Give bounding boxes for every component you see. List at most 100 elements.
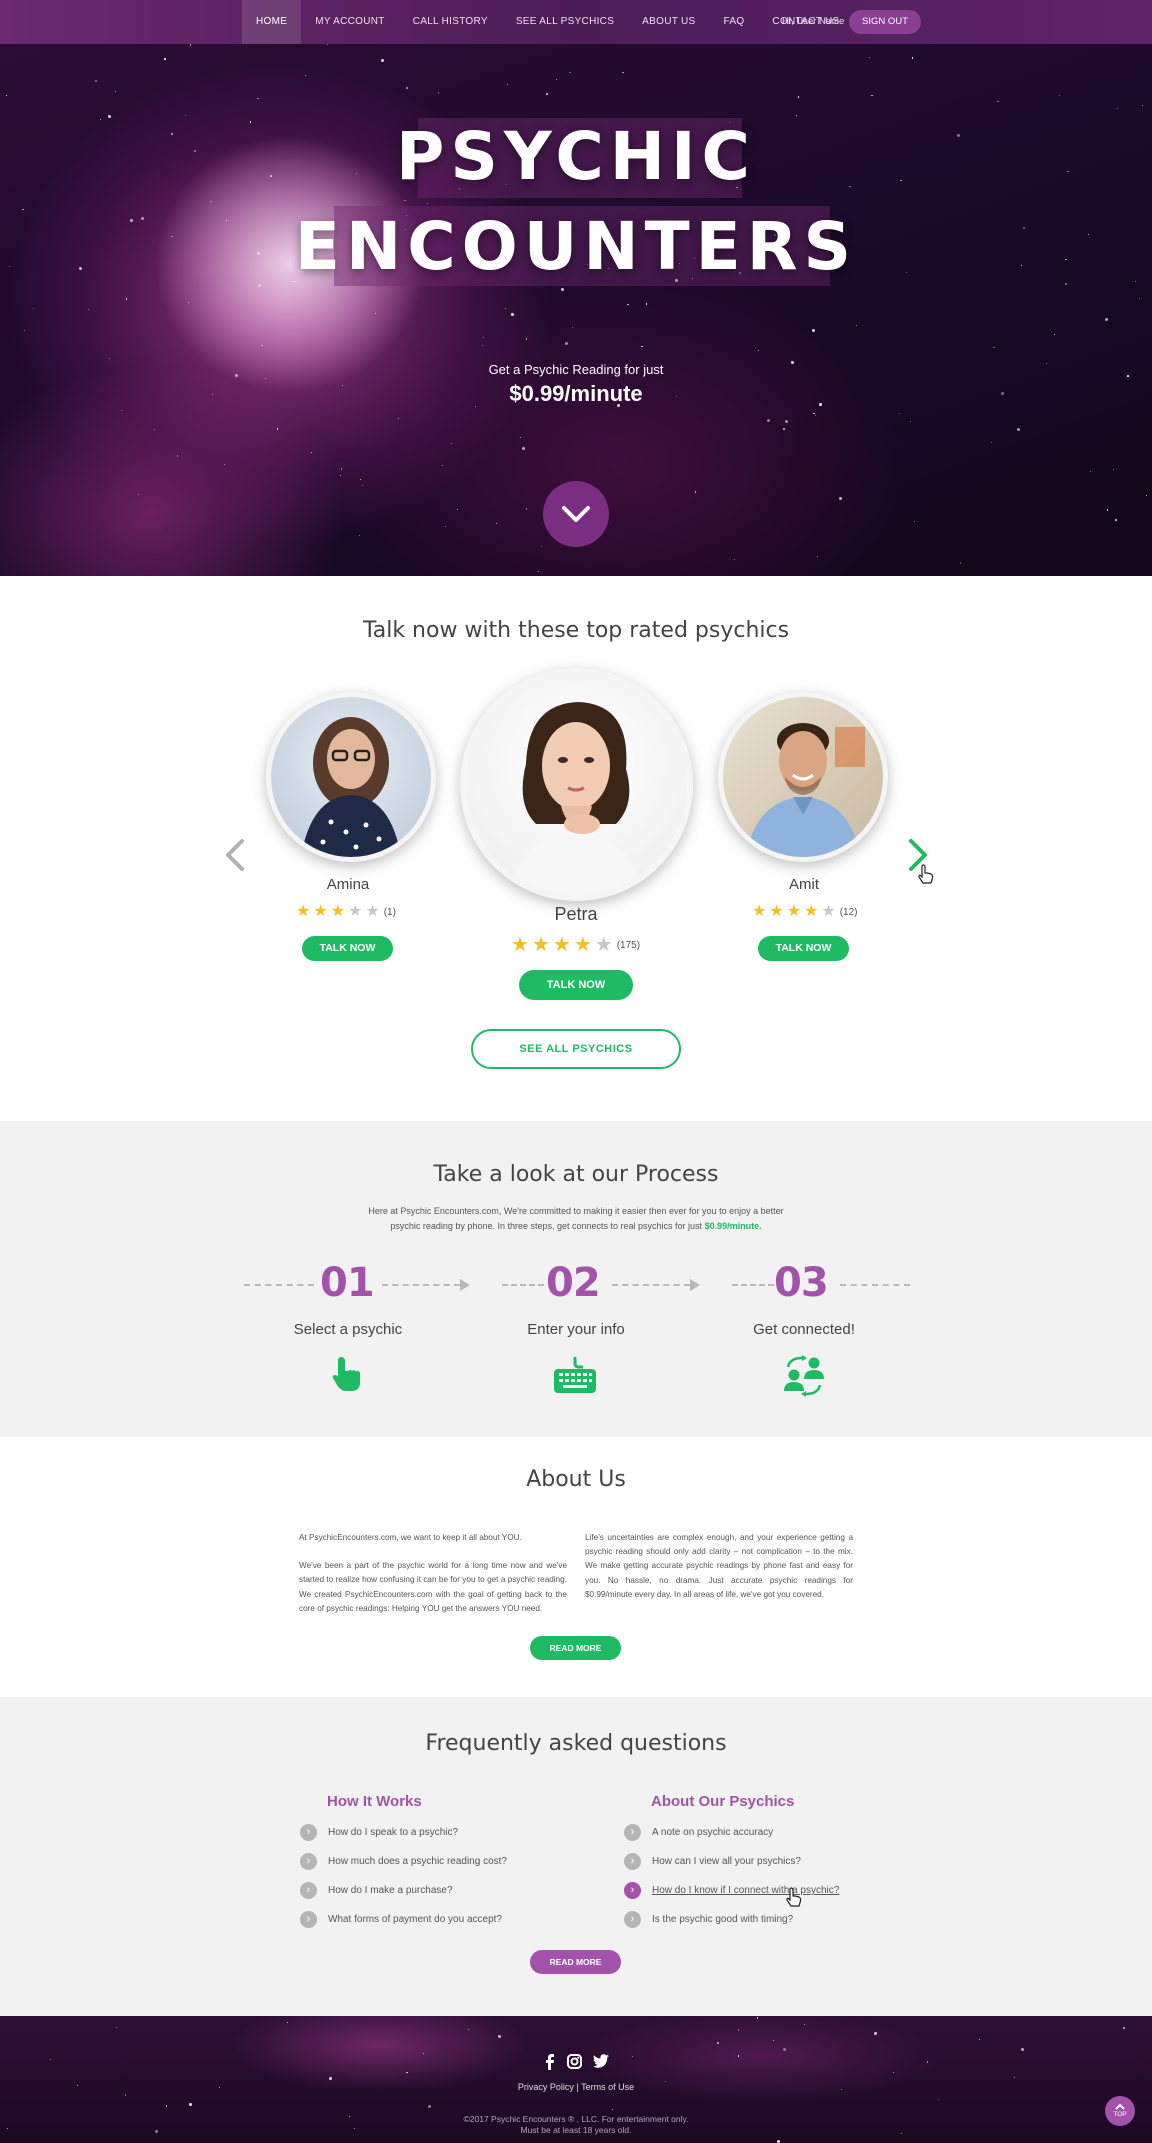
faq-item[interactable]: › How much does a psychic reading cost?: [300, 1853, 507, 1870]
nav-faq[interactable]: FAQ: [710, 0, 759, 44]
privacy-policy-link[interactable]: Privacy Policy: [518, 2082, 574, 2092]
star-dot: [910, 420, 912, 422]
people-connect-icon: [784, 1355, 824, 1397]
back-to-top-button[interactable]: TOP: [1105, 2096, 1135, 2126]
faq-item[interactable]: › How do I make a purchase?: [300, 1882, 453, 1899]
star-dot: [772, 2039, 775, 2042]
faq-item[interactable]: › A note on psychic accuracy: [624, 1824, 773, 1841]
chevron-right-icon: ›: [300, 1853, 317, 1870]
carousel-prev-button[interactable]: [224, 838, 246, 877]
nav-see-all-psychics[interactable]: SEE ALL PSYCHICS: [502, 0, 628, 44]
psychic-avatar-amina[interactable]: [266, 692, 436, 862]
top-nav: HOME MY ACCOUNT CALL HISTORY SEE ALL PSY…: [0, 0, 1152, 44]
chevron-right-icon: ›: [300, 1882, 317, 1899]
star-icon: ★: [821, 903, 836, 920]
star-icon: ★: [296, 903, 311, 920]
copyright-line: ©2017 Psychic Encounters ® , LLC. For en…: [463, 2114, 689, 2124]
star-dot: [632, 2055, 634, 2057]
star-dot: [756, 2017, 759, 2019]
star-dot: [694, 491, 697, 493]
faq-item[interactable]: › How do I speak to a psychic?: [300, 1824, 458, 1841]
talk-now-button[interactable]: TALK NOW: [758, 936, 849, 961]
rating-count: (12): [839, 906, 858, 918]
star-dot: [95, 80, 97, 82]
star-dot: [154, 429, 156, 431]
faq-item[interactable]: › How can I view all your psychics?: [624, 1853, 801, 1870]
step-number: 02: [546, 1260, 601, 1306]
about-heading: About Us: [526, 1467, 626, 1492]
star-dot: [611, 2109, 613, 2111]
star-dot: [1123, 2027, 1125, 2029]
chevron-right-icon: ›: [300, 1824, 317, 1841]
star-dot: [871, 94, 873, 97]
star-dot: [564, 342, 568, 346]
star-dot: [109, 357, 111, 359]
star-dot: [358, 534, 361, 537]
star-dot: [1105, 317, 1109, 321]
star-dot: [546, 93, 548, 95]
twitter-icon[interactable]: [593, 2054, 609, 2075]
star-dot: [406, 2071, 408, 2074]
psychic-avatar-petra[interactable]: [460, 668, 693, 901]
portrait-image: [745, 723, 865, 857]
star-icon: ★: [552, 934, 571, 956]
star-dot: [913, 520, 916, 523]
star-dot: [869, 57, 871, 59]
psychic-avatar-amit[interactable]: [718, 692, 888, 862]
star-dot: [993, 346, 995, 349]
star-dot: [1115, 519, 1117, 521]
star-dot: [328, 2076, 332, 2080]
hero-subtitle: Get a Psychic Reading for just: [488, 362, 664, 377]
star-dot: [176, 455, 179, 457]
star-dot: [482, 336, 485, 339]
sign-out-button[interactable]: SIGN OUT: [849, 10, 921, 34]
star-dot: [164, 58, 166, 60]
talk-now-button[interactable]: TALK NOW: [519, 970, 633, 1000]
star-dot: [811, 329, 815, 333]
see-all-psychics-button[interactable]: SEE ALL PSYCHICS: [471, 1029, 681, 1069]
star-dot: [187, 301, 190, 304]
star-dot: [397, 418, 399, 420]
terms-of-use-link[interactable]: Terms of Use: [581, 2082, 634, 2092]
nav-call-history[interactable]: CALL HISTORY: [399, 0, 502, 44]
star-dot: [641, 345, 643, 348]
hand-cursor-icon: [918, 864, 934, 884]
star-dot: [189, 44, 192, 46]
chevron-down-icon: [562, 506, 590, 522]
star-dot: [839, 496, 843, 500]
star-dot: [622, 71, 624, 74]
chevron-right-icon: ›: [624, 1853, 641, 1870]
star-dot: [257, 97, 259, 100]
psychic-name: Amina: [326, 876, 370, 893]
about-read-more-button[interactable]: READ MORE: [530, 1636, 621, 1660]
scroll-down-button[interactable]: [543, 481, 609, 547]
faq-question: Is the psychic good with timing?: [652, 1914, 794, 1925]
rating-stars: ★ ★ ★ ★ ★ (175): [511, 935, 640, 955]
star-dot: [33, 308, 35, 310]
instagram-icon[interactable]: [567, 2054, 582, 2075]
star-dot: [120, 409, 123, 412]
star-dot: [287, 2021, 289, 2023]
faq-read-more-button[interactable]: READ MORE: [530, 1950, 621, 1974]
star-dot: [1013, 2077, 1015, 2079]
faq-question: What forms of payment do you accept?: [328, 1914, 502, 1925]
chevron-left-icon: [226, 839, 244, 871]
nav-my-account[interactable]: MY ACCOUNT: [301, 0, 399, 44]
nav-home[interactable]: HOME: [242, 0, 302, 44]
faq-item[interactable]: › Is the psychic good with timing?: [624, 1911, 793, 1928]
nav-about-us[interactable]: ABOUT US: [628, 0, 709, 44]
star-dot: [814, 415, 816, 417]
dashed-connector: [612, 1284, 690, 1286]
faq-question: How do I know if I connect with a psychi…: [652, 1885, 840, 1896]
faq-question: How can I view all your psychics?: [652, 1856, 801, 1867]
faq-item[interactable]: › What forms of payment do you accept?: [300, 1911, 502, 1928]
faq-item[interactable]: › How do I know if I connect with a psych…: [624, 1882, 839, 1899]
user-greeting: Hi, User Name: [782, 16, 845, 27]
rating-count: (1): [383, 906, 396, 918]
star-dot: [428, 2105, 432, 2109]
star-dot: [406, 87, 408, 89]
star-dot: [482, 345, 484, 347]
facebook-icon[interactable]: [544, 2054, 556, 2075]
talk-now-button[interactable]: TALK NOW: [302, 936, 393, 961]
star-dot: [1089, 470, 1092, 473]
